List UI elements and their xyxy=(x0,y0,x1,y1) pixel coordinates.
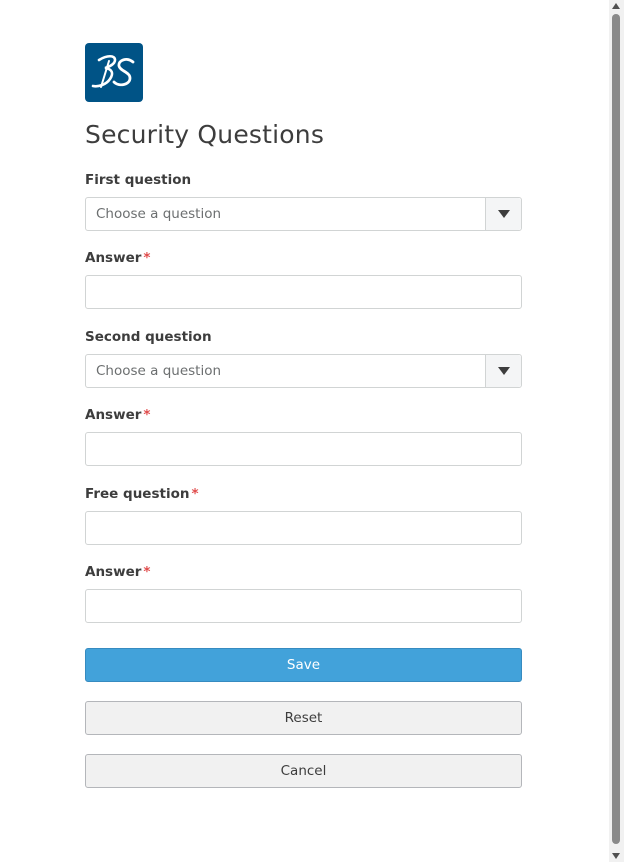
second-answer-field[interactable] xyxy=(85,432,522,466)
scroll-up-icon[interactable] xyxy=(612,3,620,9)
free-question-label-text: Free question xyxy=(85,486,190,502)
page-title: Security Questions xyxy=(85,120,325,149)
second-answer-label: Answer * xyxy=(85,407,150,423)
first-question-selected-value: Choose a question xyxy=(96,206,222,222)
chevron-down-icon[interactable] xyxy=(485,198,521,230)
required-mark: * xyxy=(143,250,151,266)
second-answer-label-text: Answer xyxy=(85,407,142,423)
free-question-label: Free question * xyxy=(85,486,199,502)
reset-button[interactable]: Reset xyxy=(85,701,522,735)
first-answer-label-text: Answer xyxy=(85,250,142,266)
3ds-logo xyxy=(85,43,143,102)
first-answer-field[interactable] xyxy=(85,275,522,309)
save-button[interactable]: Save xyxy=(85,648,522,682)
first-question-label: First question xyxy=(85,172,191,188)
first-question-select[interactable]: Choose a question xyxy=(85,197,522,231)
cancel-button[interactable]: Cancel xyxy=(85,754,522,788)
required-mark: * xyxy=(143,407,151,423)
required-mark: * xyxy=(191,486,199,502)
first-question-label-text: First question xyxy=(85,172,192,188)
second-question-label-text: Second question xyxy=(85,329,212,345)
free-answer-label-text: Answer xyxy=(85,564,142,580)
chevron-down-icon[interactable] xyxy=(485,355,521,387)
second-question-select[interactable]: Choose a question xyxy=(85,354,522,388)
second-answer-input[interactable] xyxy=(86,433,521,465)
vertical-scrollbar[interactable] xyxy=(609,0,624,862)
first-answer-label: Answer * xyxy=(85,250,150,266)
scrollbar-thumb[interactable] xyxy=(612,14,620,844)
free-answer-label: Answer * xyxy=(85,564,150,580)
scroll-down-icon[interactable] xyxy=(612,853,620,859)
second-question-label: Second question xyxy=(85,329,212,345)
second-question-selected-value: Choose a question xyxy=(96,363,222,379)
3ds-logo-icon xyxy=(91,54,135,88)
security-questions-page: Security Questions First question Choose… xyxy=(0,0,609,862)
first-answer-input[interactable] xyxy=(86,276,521,308)
free-answer-input[interactable] xyxy=(86,590,521,622)
free-answer-field[interactable] xyxy=(85,589,522,623)
required-mark: * xyxy=(143,564,151,580)
free-question-input[interactable] xyxy=(86,512,521,544)
free-question-field[interactable] xyxy=(85,511,522,545)
